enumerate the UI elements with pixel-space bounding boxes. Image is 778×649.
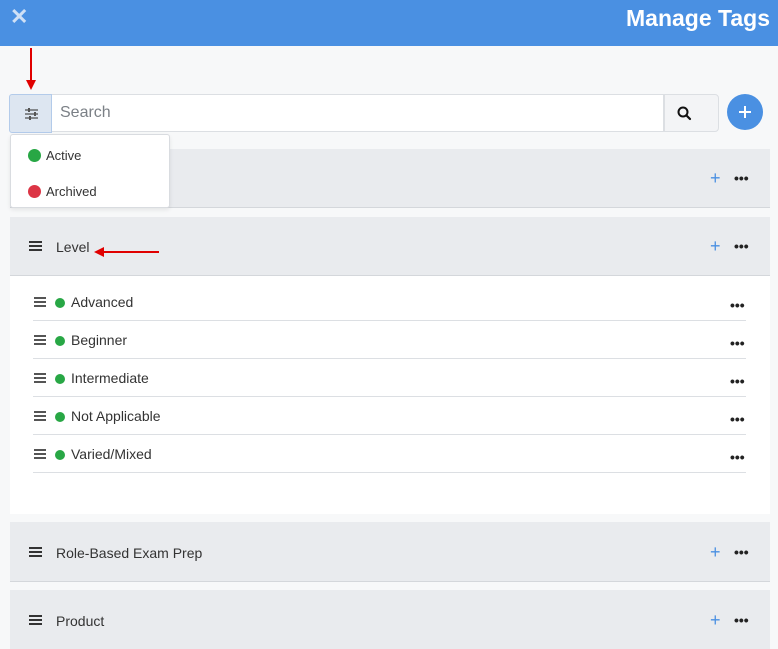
drag-handle-icon[interactable] (34, 411, 46, 421)
level-tag-list: Advanced ••• Beginner ••• Intermediate •… (10, 276, 770, 514)
add-subtag-icon[interactable]: + (710, 611, 721, 629)
filter-button[interactable] (9, 94, 52, 133)
more-options-icon[interactable]: ••• (730, 374, 745, 388)
status-dot-active (55, 450, 65, 460)
list-item[interactable]: Intermediate ••• (33, 359, 746, 397)
search-input[interactable] (60, 104, 640, 122)
item-label: Advanced (71, 294, 134, 310)
sliders-icon (25, 108, 38, 120)
status-dot-archived (28, 185, 41, 198)
tag-group-product[interactable]: Product + ••• (10, 590, 770, 649)
more-options-icon[interactable]: ••• (734, 239, 749, 253)
status-dot-active (55, 298, 65, 308)
item-label: Varied/Mixed (71, 446, 152, 462)
more-options-icon[interactable]: ••• (734, 171, 749, 185)
close-icon[interactable]: ✕ (10, 6, 28, 28)
drag-handle-icon[interactable] (29, 615, 42, 626)
more-options-icon[interactable]: ••• (730, 450, 745, 464)
header-bar: ✕ Manage Tags (0, 0, 778, 46)
drag-handle-icon[interactable] (34, 297, 46, 307)
drag-handle-icon[interactable] (34, 449, 46, 459)
add-subtag-icon[interactable]: + (710, 543, 721, 561)
status-dot-active (28, 149, 41, 162)
status-dot-active (55, 336, 65, 346)
status-dot-active (55, 374, 65, 384)
option-label: Archived (46, 184, 97, 199)
annotation-arrow-down (26, 48, 36, 90)
drag-handle-icon[interactable] (29, 241, 42, 252)
tag-group-role-based-exam-prep[interactable]: Role-Based Exam Prep + ••• (10, 522, 770, 582)
search-button[interactable] (664, 94, 719, 132)
add-subtag-icon[interactable]: + (710, 169, 721, 187)
list-item[interactable]: Beginner ••• (33, 321, 746, 359)
group-label: Level (56, 239, 90, 255)
group-label: Product (56, 613, 105, 629)
add-tag-button[interactable] (727, 94, 763, 130)
add-subtag-icon[interactable]: + (710, 237, 721, 255)
filter-option-archived[interactable]: Archived (11, 176, 169, 206)
group-label: Role-Based Exam Prep (56, 545, 203, 561)
page-title: Manage Tags (626, 5, 770, 31)
drag-handle-icon[interactable] (34, 335, 46, 345)
search-icon (677, 106, 692, 121)
status-filter-dropdown: Active Archived (10, 134, 170, 208)
more-options-icon[interactable]: ••• (730, 412, 745, 426)
drag-handle-icon[interactable] (34, 373, 46, 383)
more-options-icon[interactable]: ••• (730, 298, 745, 312)
item-label: Beginner (71, 332, 128, 348)
plus-icon (739, 106, 751, 118)
more-options-icon[interactable]: ••• (734, 545, 749, 559)
option-label: Active (46, 148, 82, 163)
status-dot-active (55, 412, 65, 422)
drag-handle-icon[interactable] (29, 547, 42, 558)
item-label: Not Applicable (71, 408, 161, 424)
item-label: Intermediate (71, 370, 149, 386)
filter-option-active[interactable]: Active (11, 140, 169, 170)
search-box (52, 94, 664, 132)
annotation-arrow-left (94, 247, 159, 257)
list-item[interactable]: Varied/Mixed ••• (33, 435, 746, 473)
list-item[interactable]: Not Applicable ••• (33, 397, 746, 435)
list-item[interactable]: Advanced ••• (33, 283, 746, 321)
more-options-icon[interactable]: ••• (730, 336, 745, 350)
more-options-icon[interactable]: ••• (734, 613, 749, 627)
